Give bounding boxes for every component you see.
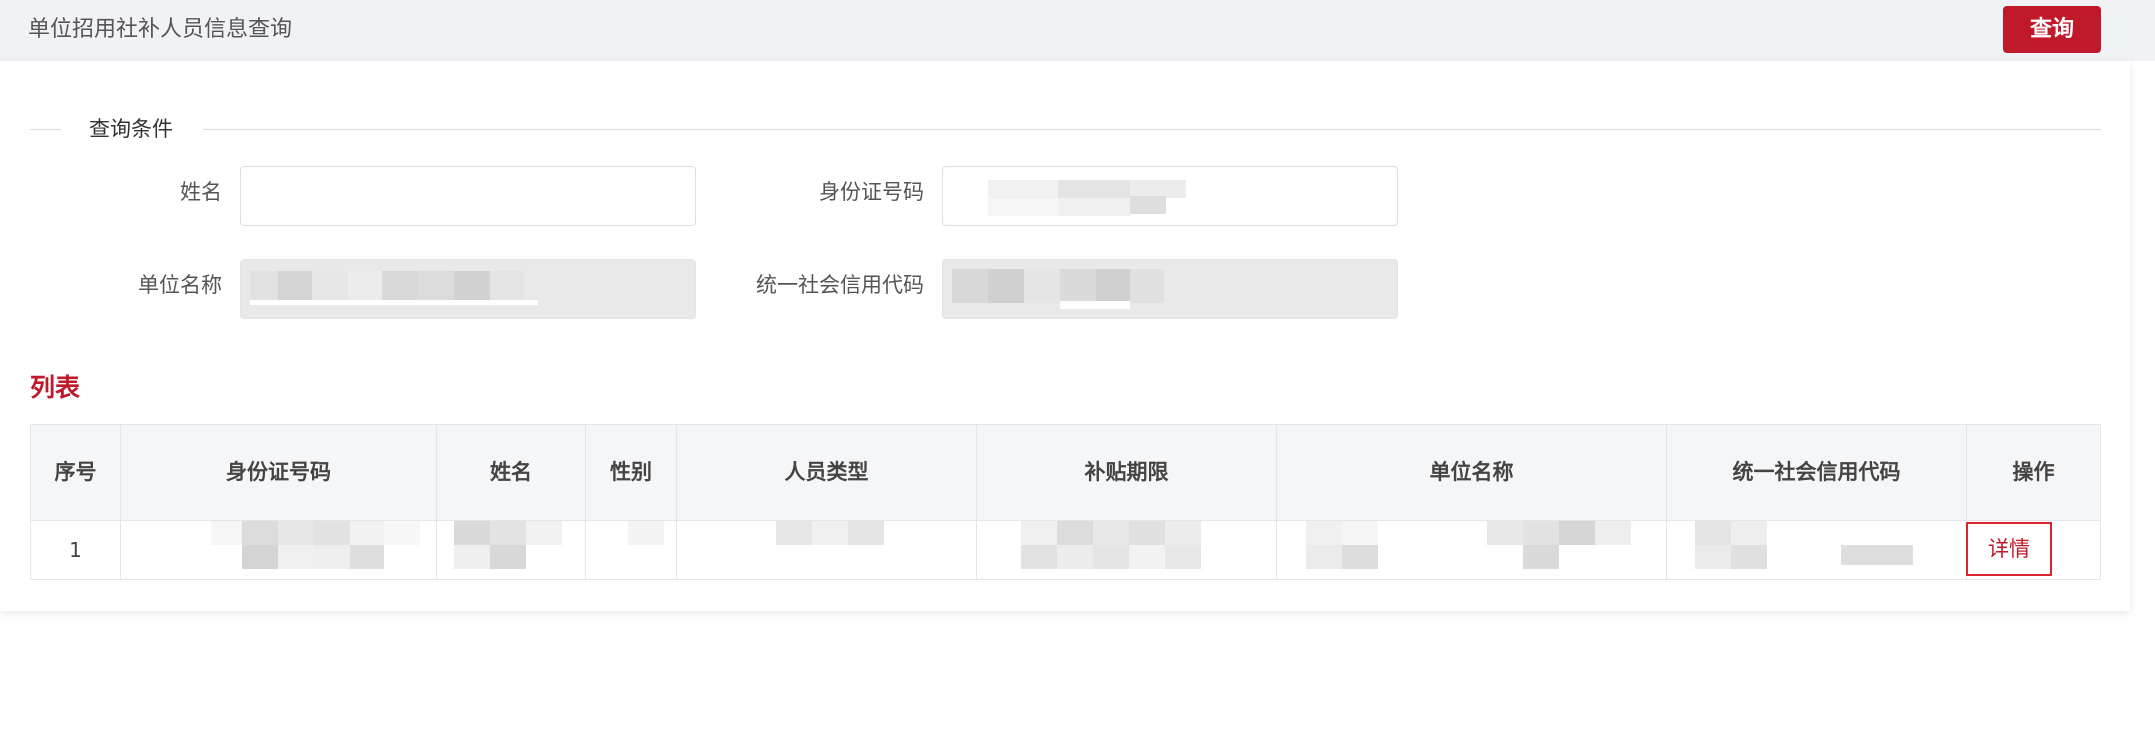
top-bar [0, 0, 2155, 61]
list-title: 列表 [30, 373, 81, 402]
fieldset-divider-right [203, 129, 2101, 130]
col-id-number: 身份证号码 [121, 425, 437, 520]
detail-button[interactable]: 详情 [1966, 522, 2052, 576]
id-number-label: 身份证号码 [819, 180, 924, 204]
name-label: 姓名 [180, 180, 222, 204]
col-subsidy-period: 补贴期限 [977, 425, 1277, 520]
credit-code-label: 统一社会信用代码 [756, 273, 924, 297]
col-person-type: 人员类型 [677, 425, 977, 520]
col-unit-name: 单位名称 [1277, 425, 1667, 520]
fieldset-divider-left [30, 129, 61, 130]
fieldset-legend: 查询条件 [89, 117, 173, 141]
table-header: 序号 身份证号码 姓名 性别 人员类型 补贴期限 单位名称 统一社会信用代码 操… [31, 425, 2100, 521]
results-table: 序号 身份证号码 姓名 性别 人员类型 补贴期限 单位名称 统一社会信用代码 操… [30, 424, 2101, 580]
page-title: 单位招用社补人员信息查询 [28, 17, 293, 42]
col-name: 姓名 [437, 425, 586, 520]
col-index: 序号 [31, 425, 121, 520]
col-action: 操作 [2012, 460, 2055, 484]
cell-index: 1 [31, 521, 121, 579]
col-gender: 性别 [586, 425, 677, 520]
unit-name-label: 单位名称 [138, 273, 222, 297]
col-credit-code: 统一社会信用代码 [1667, 425, 1967, 520]
query-button[interactable]: 查询 [2003, 6, 2101, 53]
name-input[interactable] [240, 166, 696, 226]
